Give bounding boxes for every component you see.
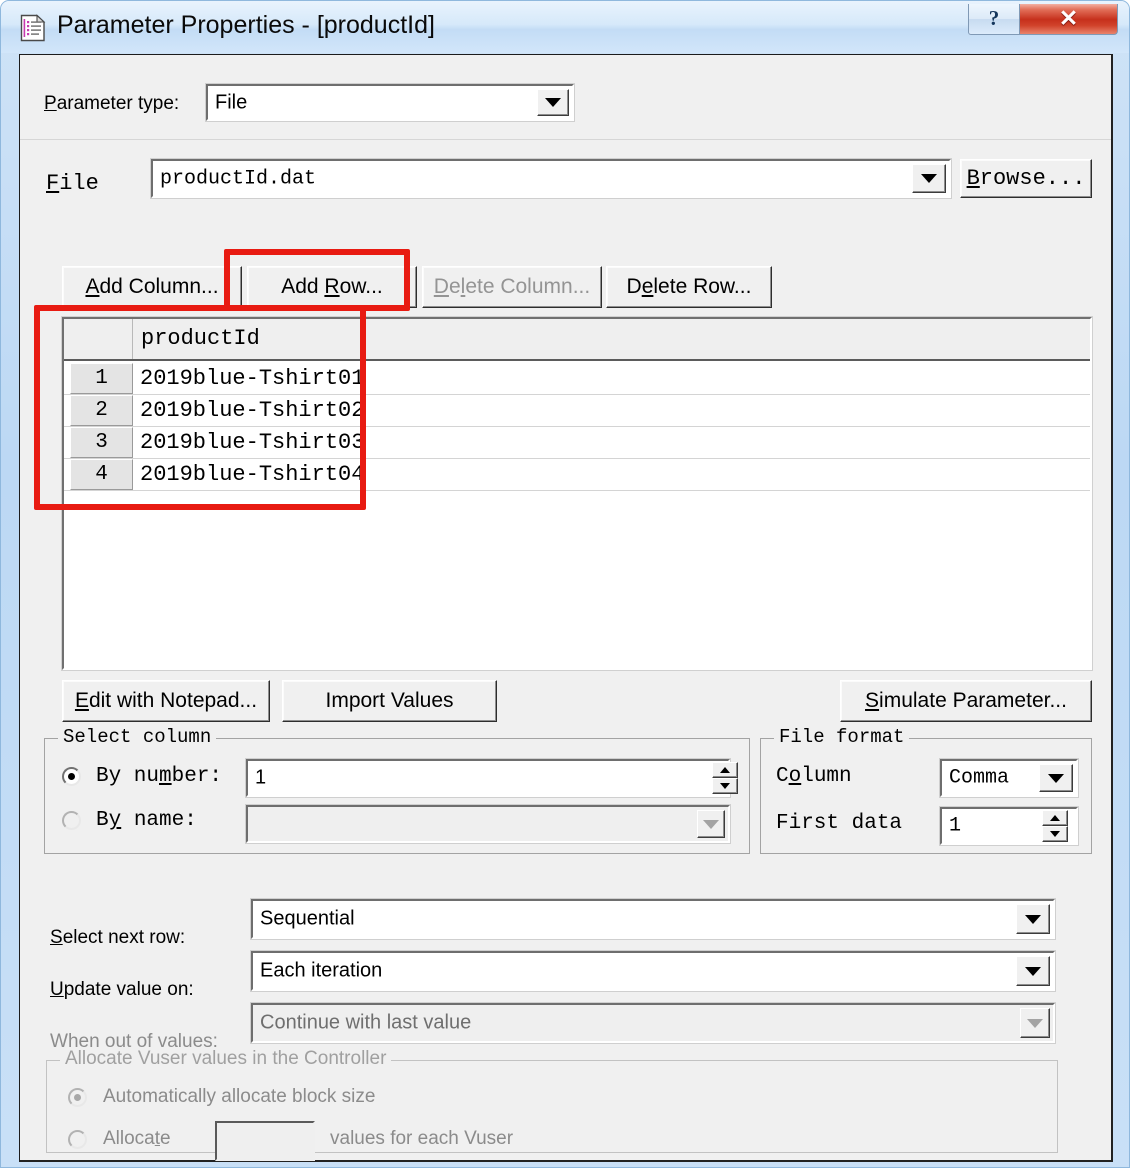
row-number[interactable]: 4 [70, 459, 133, 490]
update-value-on-combo[interactable]: Each iteration [250, 950, 1056, 992]
help-icon: ? [988, 5, 1000, 30]
by-number-value: 1 [255, 766, 267, 789]
chevron-down-icon[interactable] [1016, 904, 1050, 934]
auto-allocate-radio [68, 1088, 87, 1107]
row-value-productid[interactable]: 2019blue-Tshirt02 [140, 395, 364, 426]
table-row[interactable]: 4 2019blue-Tshirt04 [64, 459, 1090, 491]
stepper-up[interactable] [712, 762, 738, 778]
divider [20, 139, 1111, 140]
when-out-of-values-combo: Continue with last value [250, 1002, 1056, 1044]
import-values-button[interactable]: Import Values [282, 680, 497, 722]
row-number[interactable]: 1 [70, 363, 133, 394]
update-value-on-value: Each iteration [260, 959, 383, 982]
stepper-down[interactable] [1042, 826, 1068, 842]
window-title: Parameter Properties - [productId] [57, 11, 435, 39]
radio-dot [68, 773, 75, 780]
chevron-down-icon [1020, 1008, 1050, 1038]
chevron-down-icon[interactable] [537, 89, 569, 116]
by-name-combo[interactable] [245, 804, 731, 844]
delete-row-button[interactable]: Delete Row... [606, 266, 772, 308]
grid-corner-cell [64, 319, 133, 359]
simulate-parameter-button[interactable]: Simulate Parameter... [840, 680, 1092, 722]
title-bar: Parameter Properties - [productId] ? ✕ [1, 1, 1129, 53]
select-next-row-combo[interactable]: Sequential [250, 898, 1056, 940]
by-number-radio[interactable] [62, 767, 81, 786]
allocate-count-input [215, 1121, 315, 1161]
close-button[interactable]: ✕ [1020, 4, 1118, 35]
by-number-label: By number: [96, 765, 223, 788]
column-label: Column [776, 765, 852, 788]
stepper-up[interactable] [1042, 810, 1068, 826]
row-value-productid[interactable]: 2019blue-Tshirt01 [140, 363, 364, 394]
auto-allocate-label: Automatically allocate block size [103, 1086, 376, 1107]
close-icon: ✕ [1058, 4, 1079, 31]
column-separator-combo[interactable]: Comma [939, 758, 1079, 798]
edit-with-notepad-button[interactable]: Edit with Notepad... [62, 680, 270, 722]
row-value-productid[interactable]: 2019blue-Tshirt03 [140, 427, 364, 458]
file-format-title: File format [774, 726, 910, 748]
select-next-row-value: Sequential [260, 907, 355, 930]
by-number-stepper[interactable] [712, 762, 738, 794]
chevron-down-icon[interactable] [1039, 764, 1073, 792]
file-value: productId.dat [160, 167, 317, 190]
chevron-down-icon[interactable] [697, 810, 725, 838]
parameter-type-combo[interactable]: File [205, 83, 575, 122]
row-number[interactable]: 3 [70, 427, 133, 458]
dialog-client-area: Parameter type: File File productId.dat … [19, 54, 1113, 1162]
add-column-button[interactable]: Add Column... [62, 266, 242, 308]
delete-column-button: Delete Column... [422, 266, 602, 308]
select-column-title: Select column [58, 726, 217, 748]
table-row[interactable]: 1 2019blue-Tshirt01 [64, 363, 1090, 395]
parameter-document-icon [20, 14, 46, 42]
select-next-row-label: Select next row: [50, 927, 186, 948]
file-combo[interactable]: productId.dat [150, 158, 952, 199]
table-row[interactable]: 2 2019blue-Tshirt02 [64, 395, 1090, 427]
update-value-on-label: Update value on: [50, 979, 194, 1000]
row-number[interactable]: 2 [70, 395, 133, 426]
parameter-type-label: Parameter type: [44, 93, 180, 114]
allocate-group-title: Allocate Vuser values in the Controller [60, 1048, 392, 1070]
column-separator-value: Comma [949, 766, 1010, 790]
parameter-type-value: File [215, 91, 248, 113]
first-data-value: 1 [949, 814, 962, 838]
table-row[interactable]: 3 2019blue-Tshirt03 [64, 427, 1090, 459]
browse-button[interactable]: Browse... [960, 159, 1092, 198]
by-number-input[interactable]: 1 [245, 758, 731, 798]
stepper-down[interactable] [712, 778, 738, 794]
row-value-productid[interactable]: 2019blue-Tshirt04 [140, 459, 364, 490]
by-name-label: By name: [96, 809, 197, 832]
chevron-down-icon[interactable] [912, 164, 946, 193]
radio-dot [74, 1094, 81, 1101]
first-data-stepper[interactable] [1042, 810, 1068, 842]
help-button[interactable]: ? [968, 4, 1020, 35]
when-out-of-values-value: Continue with last value [260, 1011, 472, 1034]
chevron-down-icon[interactable] [1016, 956, 1050, 986]
first-data-label: First data [776, 812, 903, 835]
by-name-radio[interactable] [62, 811, 81, 830]
add-row-button[interactable]: Add Row... [247, 266, 417, 308]
allocate-suffix-label: values for each Vuser [330, 1128, 514, 1149]
file-label: File [46, 171, 99, 196]
dialog-window: Parameter Properties - [productId] ? ✕ P… [0, 0, 1130, 1168]
grid-header-row: productId [64, 319, 1090, 361]
parameter-value-grid[interactable]: productId 1 2019blue-Tshirt01 2 2019blue… [61, 316, 1093, 671]
manual-allocate-label: Allocate [103, 1128, 171, 1149]
grid-column-header-productid[interactable]: productId [133, 319, 260, 359]
manual-allocate-radio [68, 1130, 87, 1149]
